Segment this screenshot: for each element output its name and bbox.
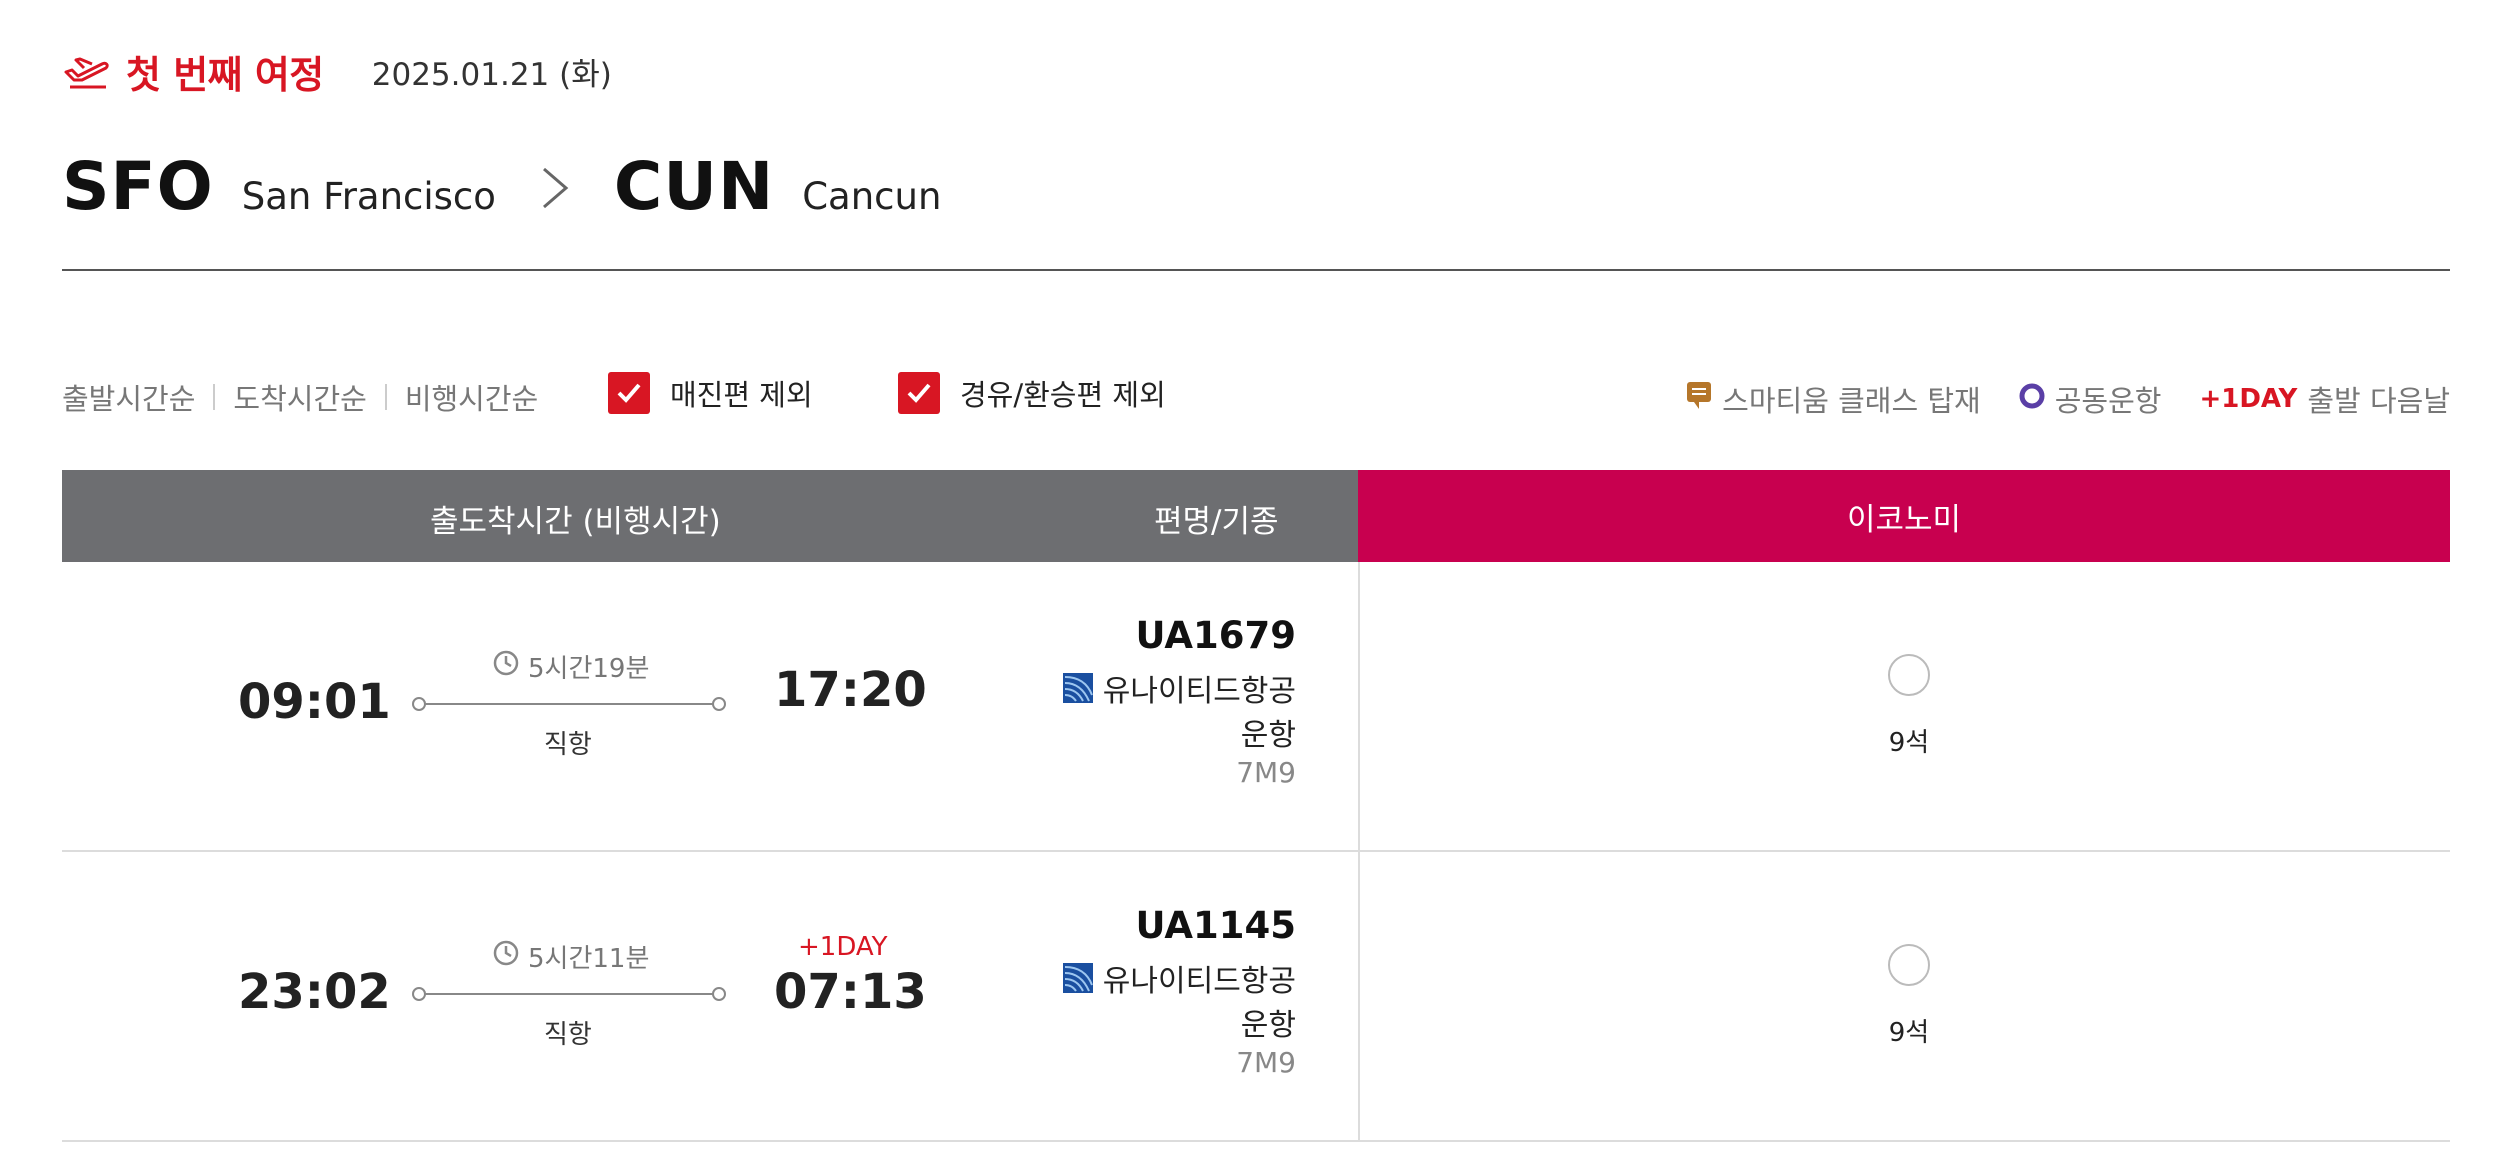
legend-codeshare-label: 공동운항 [2054, 384, 2162, 418]
airline: 유나이티드항공 [1062, 956, 1296, 1000]
smartium-seat-icon [1686, 381, 1712, 418]
plane-takeoff-icon [62, 52, 110, 92]
duration-text: 5시간19분 [528, 654, 650, 684]
flight-type: 직항 [544, 730, 592, 760]
airline-name: 유나이티드항공 [1102, 964, 1296, 999]
arrival-time: 07:13 [774, 964, 927, 1020]
chevron-right-icon [536, 165, 574, 211]
sort-bar: 출발시간순 도착시간순 비행시간순 [62, 376, 538, 418]
flight-duration: 5시간11분 [492, 938, 649, 975]
airline-name: 유나이티드항공 [1102, 674, 1296, 709]
clock-icon [492, 939, 520, 974]
sort-arrival[interactable]: 도착시간순 [233, 376, 366, 418]
codeshare-ring-icon [2019, 382, 2045, 416]
operated-label: 운항 [1240, 1008, 1296, 1043]
legend-smartium-label: 스마티움 클래스 탑재 [1722, 384, 1981, 418]
legend-codeshare: 공동운항 [2019, 378, 2162, 420]
operated-label: 운항 [1240, 718, 1296, 753]
airline: 유나이티드항공 [1062, 666, 1296, 710]
table-header: 출도착시간 (비행시간) 편명/기종 이코노미 [62, 470, 2450, 562]
flight-number[interactable]: UA1145 [1135, 904, 1296, 947]
economy-select-radio[interactable] [1888, 944, 1930, 986]
seats-available: 9석 [1888, 1018, 1930, 1048]
column-divider [1358, 852, 1360, 1142]
legend: 스마티움 클래스 탑재 공동운항 +1DAY 출발 다음날 [1648, 378, 2450, 420]
checkbox-checked-icon[interactable] [898, 372, 940, 414]
exclude-transfer-filter[interactable]: 경유/환승편 제외 [898, 372, 1166, 414]
journey-header: 첫 번째 여정 2025.01.21 (화) [62, 44, 612, 99]
legend-smartium: 스마티움 클래스 탑재 [1686, 378, 1981, 420]
sort-duration[interactable]: 비행시간순 [405, 376, 538, 418]
destination-dot [712, 697, 726, 711]
route: SFO San Francisco CUN Cancun [62, 148, 941, 225]
header-flight: 편명/기종 [1154, 504, 1279, 540]
sort-departure[interactable]: 출발시간순 [62, 376, 195, 418]
sort-divider [384, 384, 387, 410]
arrival-time: 17:20 [774, 662, 927, 718]
next-day-badge: +1DAY [798, 932, 888, 962]
duration-text: 5시간11분 [528, 944, 650, 974]
flight-track [412, 987, 726, 1001]
flight-type: 직항 [544, 1020, 592, 1050]
departure-time: 23:02 [238, 964, 391, 1020]
clock-icon [492, 649, 520, 684]
exclude-transfer-label: 경유/환승편 제외 [960, 378, 1166, 412]
united-airlines-logo-icon [1062, 963, 1093, 993]
destination-city: Cancun [802, 175, 942, 218]
route-divider [62, 269, 2450, 271]
next-day-tag: +1DAY [2199, 384, 2298, 414]
origin-dot [412, 987, 426, 1001]
origin-code: SFO [62, 148, 214, 225]
legend-next-day-label: 출발 다음날 [2307, 384, 2450, 418]
sort-divider [213, 384, 216, 410]
united-airlines-logo-icon [1062, 673, 1093, 703]
aircraft-type[interactable]: 7M9 [1236, 756, 1296, 789]
origin-city: San Francisco [241, 175, 496, 218]
destination-dot [712, 987, 726, 1001]
flight-duration: 5시간19분 [492, 648, 649, 685]
departure-time: 09:01 [238, 674, 391, 730]
flight-row: 23:02 5시간11분 직항 +1DAY 07:13 UA1145 유나이티드… [62, 852, 2450, 1142]
flight-track [412, 697, 726, 711]
flight-number[interactable]: UA1679 [1135, 614, 1296, 657]
aircraft-type[interactable]: 7M9 [1236, 1046, 1296, 1079]
column-divider [1358, 562, 1360, 852]
journey-date: 2025.01.21 (화) [371, 57, 612, 93]
exclude-soldout-label: 매진편 제외 [670, 378, 813, 412]
header-economy: 이코노미 [1846, 501, 1962, 538]
origin-dot [412, 697, 426, 711]
economy-select-radio[interactable] [1888, 654, 1930, 696]
legend-next-day: +1DAY 출발 다음날 [2199, 378, 2450, 420]
exclude-soldout-filter[interactable]: 매진편 제외 [608, 372, 813, 414]
destination-code: CUN [613, 148, 775, 225]
table-header-info: 출도착시간 (비행시간) 편명/기종 [62, 470, 1358, 562]
header-time: 출도착시간 (비행시간) [430, 504, 721, 540]
seats-available: 9석 [1888, 728, 1930, 758]
journey-title: 첫 번째 여정 [126, 53, 324, 97]
flight-row: 09:01 5시간19분 직항 17:20 UA1679 유나이티드항공 운항 … [62, 562, 2450, 852]
table-header-economy: 이코노미 [1358, 470, 2450, 562]
checkbox-checked-icon[interactable] [608, 372, 650, 414]
flight-results-page: 첫 번째 여정 2025.01.21 (화) SFO San Francisco… [0, 0, 2508, 1161]
